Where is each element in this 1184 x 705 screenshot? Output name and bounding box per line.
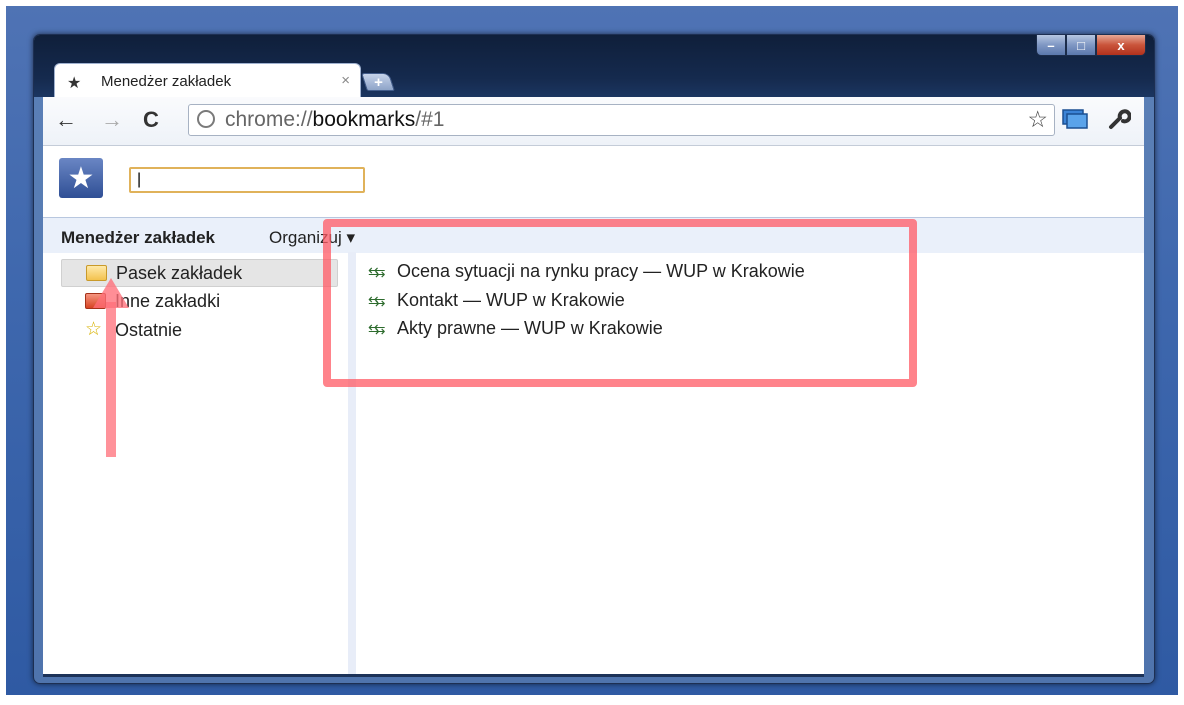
forward-button[interactable]: → <box>101 107 123 133</box>
screen-icon[interactable] <box>1061 107 1089 137</box>
url-prefix: chrome:// <box>225 108 313 131</box>
url-host: bookmarks <box>312 108 416 131</box>
tree-item-label: Ostatnie <box>115 320 183 340</box>
close-button[interactable]: x <box>1096 35 1146 56</box>
tree-item-label: Pasek zakładek <box>116 263 243 283</box>
annotation-highlight-box <box>323 219 917 387</box>
search-input[interactable] <box>129 167 365 193</box>
reload-button[interactable]: C <box>143 107 159 133</box>
star-outline-icon: ☆ <box>85 319 103 340</box>
back-button[interactable]: ← <box>55 107 77 133</box>
globe-icon <box>197 110 215 128</box>
bookmark-manager-logo-icon: ★ <box>59 158 103 198</box>
maximize-button[interactable]: □ <box>1066 35 1096 56</box>
window-controls: – □ x <box>1036 35 1146 57</box>
folder-tree: Pasek zakładek Inne zakładki ☆ Ostatnie <box>43 252 348 674</box>
tab-close-icon[interactable]: × <box>341 72 350 89</box>
plus-icon: + <box>373 73 383 91</box>
tree-item-recent[interactable]: ☆ Ostatnie <box>61 317 336 343</box>
maximize-icon: □ <box>1077 37 1085 53</box>
bookmark-star-icon[interactable]: ☆ <box>1027 106 1048 133</box>
screenshot-background: – □ x ★ Menedżer zakładek × + ← → C chro… <box>0 0 1184 705</box>
url-suffix: /#1 <box>415 108 445 131</box>
star-icon: ★ <box>67 75 82 92</box>
close-icon: x <box>1117 37 1125 53</box>
tab-bookmarks[interactable]: ★ Menedżer zakładek × <box>54 63 361 98</box>
wrench-icon[interactable] <box>1105 107 1132 139</box>
minimize-icon: – <box>1047 37 1055 53</box>
url-text: chrome://bookmarks/#1 <box>225 108 444 132</box>
page-title: Menedżer zakładek <box>61 228 216 247</box>
browser-toolbar: ← → C chrome://bookmarks/#1 ☆ <box>43 97 1144 146</box>
window-bottom-edge <box>43 674 1144 677</box>
minimize-button[interactable]: – <box>1036 35 1066 56</box>
annotation-arrow <box>106 302 116 457</box>
tab-title: Menedżer zakładek <box>101 73 232 90</box>
address-bar[interactable]: chrome://bookmarks/#1 ☆ <box>188 104 1055 136</box>
tree-item-label: Inne zakładki <box>115 291 221 311</box>
